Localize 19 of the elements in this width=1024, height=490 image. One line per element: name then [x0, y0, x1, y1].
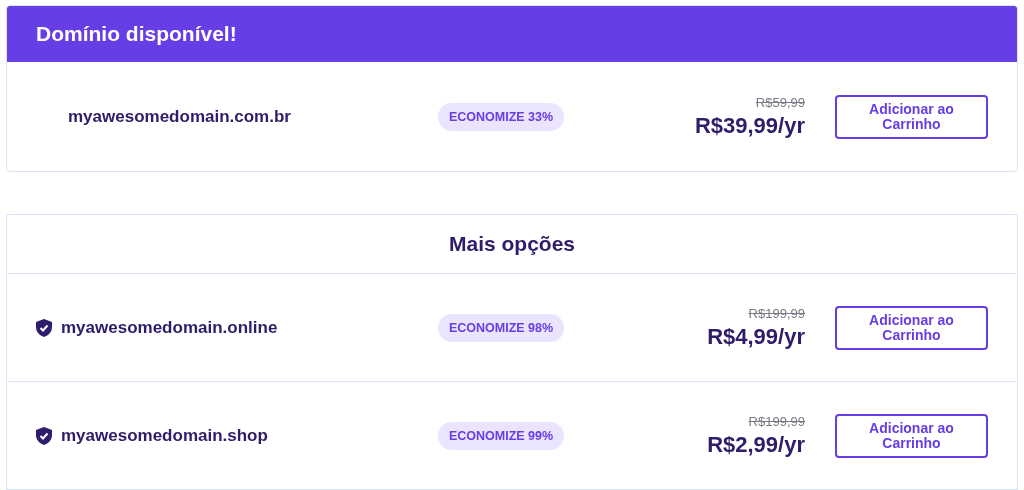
price: R$2,99/yr — [707, 431, 805, 458]
add-to-cart-button[interactable]: Adicionar ao Carrinho — [835, 413, 988, 458]
shield-check-icon — [36, 426, 52, 445]
domain-name: myawesomedomain.online — [61, 317, 278, 338]
domain-name: myawesomedomain.shop — [61, 425, 268, 446]
original-price: R$199,99 — [748, 305, 805, 321]
shield-check-icon — [36, 318, 52, 337]
section-title: Mais opções — [448, 232, 575, 256]
add-to-cart-button[interactable]: Adicionar ao Carrinho — [835, 305, 988, 350]
add-to-cart-button[interactable]: Adicionar ao Carrinho — [835, 94, 988, 139]
original-price: R$59,99 — [755, 94, 805, 110]
original-price: R$199,99 — [748, 413, 805, 429]
price: R$39,99/yr — [694, 112, 805, 139]
header-title: Domínio disponível! — [36, 21, 237, 46]
discount-badge: ECONOMIZE 98% — [437, 313, 565, 342]
price: R$4,99/yr — [707, 323, 805, 350]
discount-badge: ECONOMIZE 99% — [437, 421, 565, 450]
domain-name: myawesomedomain.com.br — [68, 106, 291, 127]
discount-badge: ECONOMIZE 33% — [437, 102, 565, 131]
